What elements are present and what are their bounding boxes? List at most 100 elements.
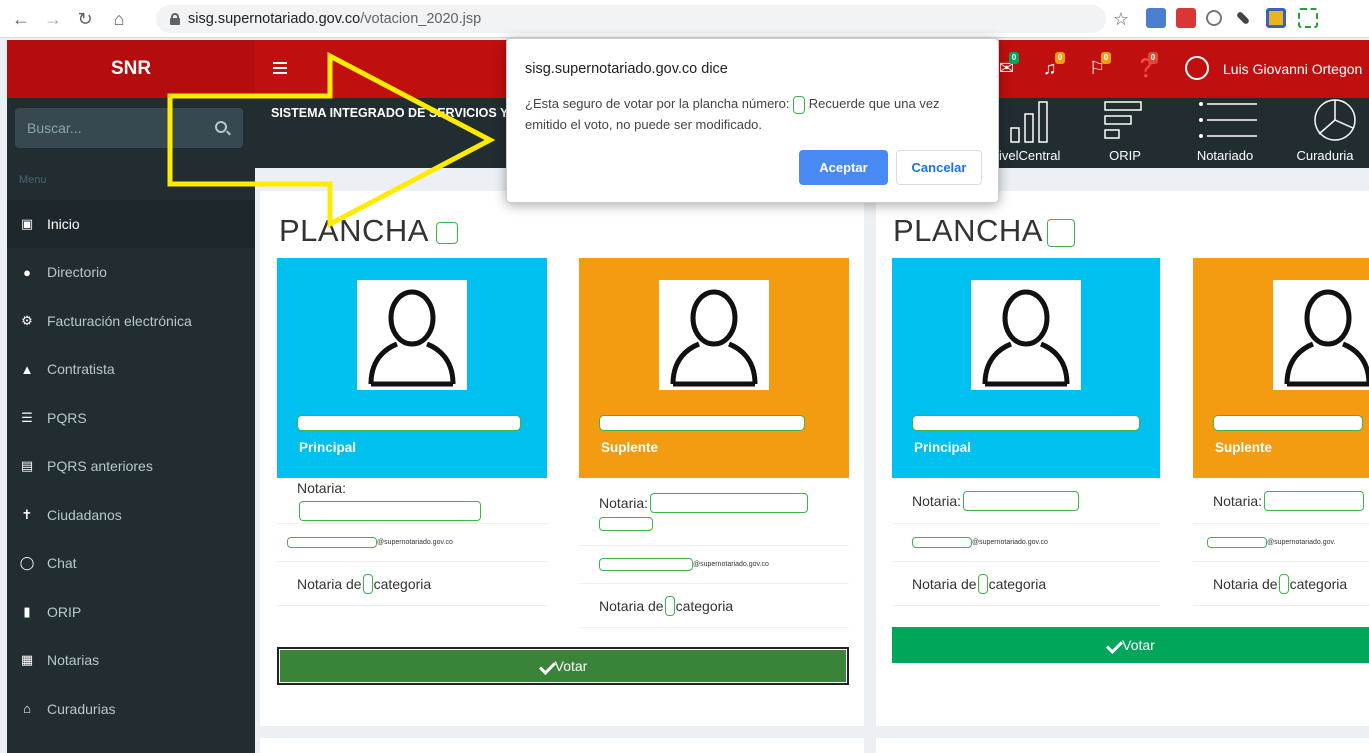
- redacted-value: [664, 595, 675, 616]
- category-row: Notaria de categoria: [892, 562, 1160, 606]
- sidebar-item-notarias[interactable]: ▦ Notarias: [7, 636, 255, 685]
- plancha-panel: PLANCHA Principal Notaria: @supernotaria…: [876, 191, 1369, 726]
- sidebar-item-contratista[interactable]: ▲ Contratista: [7, 345, 255, 394]
- sidebar-item-chat[interactable]: ◯ Chat: [7, 539, 255, 588]
- hbar-chart-icon: [1104, 101, 1142, 139]
- sidebar-menu: ▣ Inicio ● Directorio ⚙ Facturación electró…: [7, 200, 255, 733]
- address-bar[interactable]: sisg.supernotariado.gov.co/votacion_2020…: [156, 5, 1106, 33]
- url-text: sisg.supernotariado.gov.co/votacion_2020…: [188, 11, 482, 27]
- redacted-name: [912, 415, 1140, 431]
- redacted-number: [793, 95, 806, 114]
- redacted-value: [1264, 490, 1365, 511]
- avatar: [1273, 280, 1369, 390]
- category-row: Notaria de categoria: [579, 584, 849, 628]
- user-silhouette-icon: [1284, 289, 1369, 387]
- vote-button[interactable]: Votar: [277, 647, 849, 685]
- notaria-row: Notaria:: [892, 478, 1160, 524]
- email-row: @supernotariado.gov.co: [277, 524, 547, 562]
- cancel-button[interactable]: Cancelar: [896, 150, 982, 185]
- accept-button[interactable]: Aceptar: [799, 150, 888, 185]
- quicklink-curaduria[interactable]: Curaduria: [1285, 98, 1365, 168]
- user-name[interactable]: Luis Giovanni Ortegon: [1223, 61, 1362, 77]
- chat-icon: ◯: [19, 555, 35, 571]
- redacted-name: [1213, 415, 1363, 431]
- browser-toolbar: ← → ↻ ⌂ sisg.supernotariado.gov.co/votac…: [0, 0, 1369, 38]
- home-icon[interactable]: ⌂: [106, 6, 132, 32]
- pie-chart-icon: [1314, 99, 1356, 141]
- extension-icon[interactable]: [1146, 8, 1166, 28]
- candidate-card-suplente: Suplente Notaria: @supernotariado.gov. N…: [1193, 258, 1369, 606]
- bank-icon: ▦: [20, 652, 34, 668]
- user-icon: ▲: [20, 361, 34, 377]
- extension-icon[interactable]: [1298, 8, 1318, 28]
- tasks-badge: 0: [1101, 52, 1111, 64]
- redacted-value: [287, 537, 377, 548]
- sidebar-item-orip[interactable]: ▮ ORIP: [7, 588, 255, 637]
- redacted-value: [1207, 537, 1267, 548]
- users-icon: ●: [23, 264, 31, 280]
- redacted-value: [963, 490, 1080, 511]
- card-icon: ▤: [20, 458, 34, 474]
- candidate-card-suplente: Suplente Notaria: @supernotariado.gov.co…: [579, 258, 849, 628]
- candidate-role: Suplente: [601, 440, 659, 455]
- laptop-icon: ▣: [20, 216, 34, 231]
- lock-icon: [170, 13, 180, 25]
- list-lines-icon: [1199, 102, 1257, 138]
- candidate-header: Principal: [892, 258, 1160, 478]
- email-row: @supernotariado.gov.co: [892, 524, 1160, 562]
- help-badge: 0: [1148, 52, 1158, 64]
- check-icon: [539, 661, 553, 671]
- quicklink-notariado[interactable]: Notariado: [1185, 98, 1265, 168]
- avatar: [357, 280, 467, 390]
- sidebar-item-curadurias[interactable]: ⌂ Curadurias: [7, 685, 255, 734]
- vote-button[interactable]: Votar: [892, 627, 1369, 663]
- extension-icon[interactable]: [1176, 8, 1196, 28]
- reload-icon[interactable]: ↻: [72, 6, 98, 32]
- candidate-role: Principal: [299, 440, 357, 455]
- annotation-arrow: [167, 51, 496, 229]
- category-row: Notaria de categoria: [277, 562, 547, 606]
- extension-icon[interactable]: [1206, 10, 1222, 26]
- candidate-role: Suplente: [1215, 440, 1273, 455]
- extension-icon[interactable]: [1266, 8, 1286, 28]
- messages-badge: 0: [1009, 52, 1019, 64]
- notaria-row: Notaria:: [1193, 478, 1369, 524]
- category-row: Notaria de categoria: [1193, 562, 1369, 606]
- candidate-header: Principal: [277, 258, 547, 478]
- sidebar-item-ciudadanos[interactable]: ✝ Ciudadanos: [7, 491, 255, 540]
- redacted-name: [297, 415, 521, 431]
- home-icon: ⌂: [23, 701, 31, 717]
- candidate-card-principal: Principal Notaria: @supernotariado.gov.c…: [277, 258, 547, 606]
- sidebar-item-pqrs-anteriores[interactable]: ▤ PQRS anteriores: [7, 442, 255, 491]
- plancha-panel: PLANCHA Principal Notaria: @supernotaria…: [260, 191, 864, 726]
- extension-icon[interactable]: [1235, 10, 1251, 26]
- sidebar-item-facturacion[interactable]: ⚙ Facturación electrónica: [7, 297, 255, 346]
- notaria-row: Notaria:: [579, 478, 849, 546]
- redacted-number: [1046, 218, 1075, 247]
- sidebar-item-directorio[interactable]: ● Directorio: [7, 248, 255, 297]
- quicklink-orip[interactable]: ORIP: [1085, 98, 1165, 168]
- user-silhouette-icon: [670, 289, 758, 387]
- user-silhouette-icon: [982, 289, 1070, 387]
- plancha-panel: [260, 738, 864, 753]
- email-row: @supernotariado.gov.co: [579, 546, 849, 584]
- redacted-value: [650, 492, 809, 513]
- confirm-dialog: sisg.supernotariado.gov.co dice ¿Esta se…: [506, 38, 999, 203]
- candidate-card-principal: Principal Notaria: @supernotariado.gov.c…: [892, 258, 1160, 606]
- list-icon: ☰: [21, 409, 33, 425]
- redacted-value: [912, 537, 972, 548]
- candidate-header: Suplente: [579, 258, 849, 478]
- forward-icon[interactable]: →: [40, 6, 66, 32]
- email-row: @supernotariado.gov.: [1193, 524, 1369, 562]
- back-icon[interactable]: ←: [8, 6, 34, 32]
- check-icon: [1106, 640, 1120, 650]
- notaria-row: Notaria:: [277, 478, 547, 524]
- candidate-header: Suplente: [1193, 258, 1369, 478]
- person-icon: ✝: [21, 506, 33, 522]
- sidebar-item-pqrs[interactable]: ☰ PQRS: [7, 394, 255, 443]
- avatar[interactable]: [1185, 56, 1209, 80]
- redacted-name: [599, 415, 805, 431]
- star-icon[interactable]: ☆: [1108, 6, 1134, 32]
- avatar: [971, 280, 1081, 390]
- avatar: [659, 280, 769, 390]
